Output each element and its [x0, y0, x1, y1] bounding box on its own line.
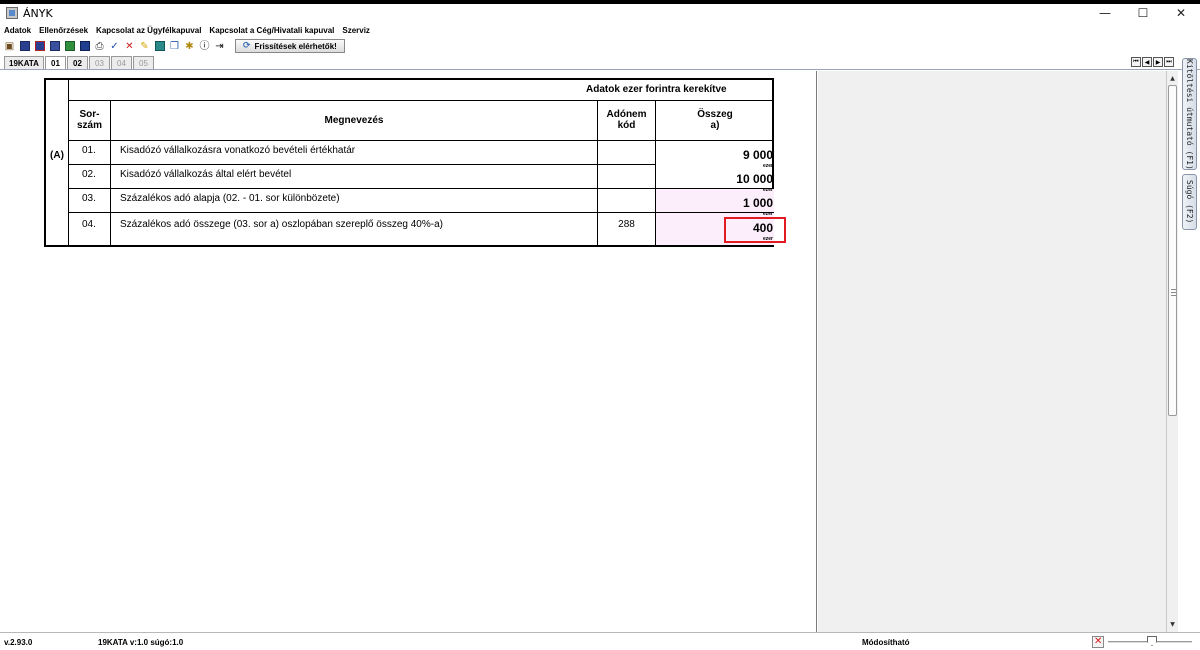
row-2-number: 02. — [82, 168, 96, 180]
refresh-icon: ⟳ — [243, 41, 251, 51]
form-info-label: 19KATA v:1.0 súgó:1.0 — [98, 638, 184, 647]
first-tab-icon[interactable]: ⏮ — [1131, 57, 1141, 67]
title-bar: ÁNYK — ☐ ✕ — [0, 4, 1200, 22]
vertical-scrollbar[interactable]: ▲ ▼ — [1166, 71, 1178, 632]
form-panel: Adatok ezer forintra kerekítve (A) Sor- … — [0, 71, 817, 632]
updates-available-button[interactable]: ⟳ Frissítések elérhetők! — [235, 39, 345, 53]
check-icon[interactable]: ✓ — [109, 41, 120, 52]
save-as-icon[interactable] — [49, 41, 60, 52]
tools-icon[interactable]: ✱ — [184, 41, 195, 52]
menu-bar: Adatok Ellenőrzések Kapcsolat az Ügyfélk… — [0, 22, 1200, 38]
row-3-code — [598, 190, 655, 206]
row-1-name: Kisadózó vállalkozásra vonatkozó bevétel… — [120, 144, 356, 156]
row-2-name: Kisadózó vállalkozás által elért bevétel — [120, 168, 292, 180]
version-label: v.2.93.0 — [4, 638, 33, 647]
header-amount: Összeg a) — [697, 109, 733, 131]
menu-ceg-hivatali-kapu[interactable]: Kapcsolat a Cég/Hivatali kapuval — [205, 26, 338, 35]
row-1-code — [598, 142, 655, 158]
export-icon[interactable] — [64, 41, 75, 52]
row-4-code: 288 — [618, 218, 635, 230]
status-bar: v.2.93.0 19KATA v:1.0 súgó:1.0 Módosítha… — [0, 632, 1200, 650]
row-1-amount-field[interactable]: 9 000 — [666, 148, 773, 162]
tab-02[interactable]: 02 — [67, 56, 88, 69]
content-area: Adatok ezer forintra kerekítve (A) Sor- … — [0, 71, 1166, 632]
row-2-amount-unit: ezer — [762, 187, 773, 193]
mail-icon[interactable] — [154, 41, 165, 52]
row-3-name: Százalékos adó alapja (02. - 01. sor kül… — [120, 192, 340, 204]
updates-available-label: Frissítések elérhetők! — [254, 41, 337, 51]
window-title: ÁNYK — [23, 6, 53, 20]
scrollbar-grip — [1171, 295, 1176, 296]
header-number: Sor- szám — [76, 109, 102, 131]
maximize-button[interactable]: ☐ — [1124, 4, 1162, 22]
next-tab-icon[interactable]: ▶ — [1153, 57, 1163, 67]
highlight-box — [724, 217, 786, 243]
row-3-amount-field[interactable]: 1 000 — [666, 196, 773, 210]
zoom-slider-handle[interactable] — [1147, 636, 1157, 646]
close-button[interactable]: ✕ — [1162, 4, 1200, 22]
row-3-number: 03. — [82, 192, 96, 204]
form-caption: Adatok ezer forintra kerekítve — [586, 83, 727, 95]
save-close-icon[interactable] — [34, 41, 45, 52]
filling-guide-tab[interactable]: Kitöltési útmutató (F1) — [1182, 58, 1197, 170]
filling-guide-label: Kitöltési útmutató (F1) — [1185, 58, 1194, 170]
help-tab[interactable]: Súgó (F2) — [1182, 174, 1197, 230]
menu-szerviz[interactable]: Szerviz — [338, 26, 374, 35]
scroll-down-icon[interactable]: ▼ — [1167, 619, 1178, 630]
document-icon[interactable]: ❐ — [169, 41, 180, 52]
minimize-button[interactable]: — — [1086, 4, 1124, 22]
header-divider — [68, 140, 774, 141]
toolbar: ▣ ⎙ ✓ ✕ ✎ ❐ ✱ ⓘ ⇥ ⟳ Frissítések elérhető… — [0, 38, 1200, 54]
menu-ellenorzesek[interactable]: Ellenőrzések — [35, 26, 92, 35]
row-1-number: 01. — [82, 144, 96, 156]
save-icon[interactable] — [19, 41, 30, 52]
scrollbar-thumb[interactable] — [1168, 85, 1177, 416]
window-controls: — ☐ ✕ — [1086, 4, 1200, 22]
row-2-code — [598, 166, 655, 182]
row-4-number: 04. — [82, 218, 96, 230]
tab-04[interactable]: 04 — [111, 56, 132, 69]
row-1-divider — [68, 164, 655, 165]
edit-icon[interactable]: ✎ — [139, 41, 150, 52]
header-code: Adónem kód — [606, 109, 647, 131]
print-icon[interactable]: ⎙ — [94, 41, 105, 52]
section-label: (A) — [50, 149, 64, 161]
zoom-reset-icon[interactable] — [1092, 636, 1104, 648]
info-book-icon[interactable] — [79, 41, 90, 52]
tab-19kata[interactable]: 19KATA — [4, 56, 44, 69]
about-icon[interactable]: ⓘ — [199, 41, 210, 52]
scrollbar-grip — [1171, 292, 1176, 293]
menu-adatok[interactable]: Adatok — [0, 26, 35, 35]
form-tab-strip: 19KATA 01 02 03 04 05 ⏮ ◀ ▶ ⏭ — [0, 54, 1200, 70]
delete-icon[interactable]: ✕ — [124, 41, 135, 52]
scroll-up-icon[interactable]: ▲ — [1167, 73, 1178, 84]
right-empty-panel — [818, 71, 1166, 632]
row-2-amount-field[interactable]: 10 000 — [666, 172, 773, 186]
help-label: Súgó (F2) — [1185, 180, 1194, 224]
caption-divider — [68, 100, 774, 101]
exit-icon[interactable]: ⇥ — [214, 41, 225, 52]
previous-tab-icon[interactable]: ◀ — [1142, 57, 1152, 67]
menu-ugyfelkapu[interactable]: Kapcsolat az Ügyfélkapuval — [92, 26, 205, 35]
tab-05[interactable]: 05 — [133, 56, 154, 69]
tab-01[interactable]: 01 — [45, 56, 66, 69]
tab-navigation: ⏮ ◀ ▶ ⏭ — [1130, 57, 1174, 67]
open-icon[interactable]: ▣ — [4, 41, 15, 52]
row-4-name: Százalékos adó összege (03. sor a) oszlo… — [120, 218, 443, 230]
app-icon — [6, 7, 18, 19]
row-1-amount-unit: ezer — [762, 163, 773, 169]
tab-03[interactable]: 03 — [89, 56, 110, 69]
edit-mode-label: Módosítható — [862, 638, 910, 647]
header-name: Megnevezés — [324, 114, 384, 126]
last-tab-icon[interactable]: ⏭ — [1164, 57, 1174, 67]
form-table: Adatok ezer forintra kerekítve (A) Sor- … — [44, 78, 774, 247]
scrollbar-grip — [1171, 289, 1176, 290]
